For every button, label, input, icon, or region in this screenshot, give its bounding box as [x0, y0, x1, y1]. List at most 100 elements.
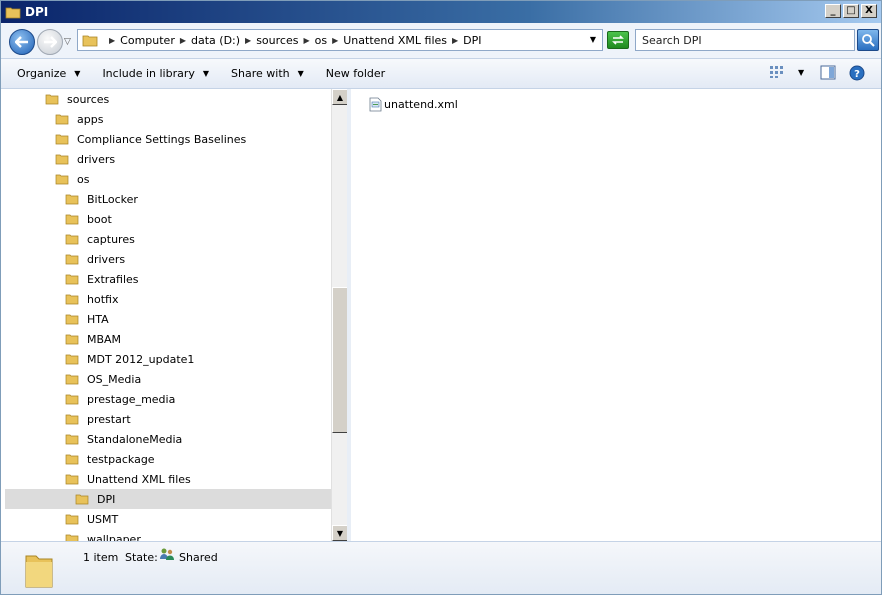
address-row: ▽ ▶ Computer ▶ data (D:) ▶ sources ▶ os … [1, 23, 881, 59]
tree-item-standalonemedia[interactable]: StandaloneMedia [5, 429, 182, 449]
tree-item-label: Compliance Settings Baselines [77, 132, 247, 146]
preview-pane-button[interactable] [820, 65, 836, 80]
search-input[interactable]: Search DPI [635, 29, 855, 51]
new-folder-button[interactable]: New folder [326, 67, 385, 80]
tree-item-mbam[interactable]: MBAM [5, 329, 121, 349]
folder-icon [65, 254, 79, 265]
crumb-sources[interactable]: sources [256, 34, 298, 47]
tree-item-dpi[interactable]: DPI [5, 489, 331, 509]
forward-button[interactable] [37, 29, 63, 55]
navigation-pane[interactable]: sources apps Compliance Settings Baselines… [5, 89, 347, 541]
organize-button[interactable]: Organize ▼ [17, 67, 80, 80]
tree-item-drivers[interactable]: drivers [5, 149, 115, 169]
tree-item-wallpaper[interactable]: wallpaper [5, 529, 141, 541]
folder-icon [55, 134, 69, 145]
include-in-library-label: Include in library [102, 67, 195, 80]
chevron-down-icon: ▼ [297, 69, 304, 78]
tree-item-prestage-media[interactable]: prestage_media [5, 389, 175, 409]
change-view-button[interactable] [769, 65, 785, 79]
chevron-down-icon[interactable]: ▼ [590, 35, 596, 44]
crumb-dpi[interactable]: DPI [463, 34, 481, 47]
maximize-button[interactable]: □ [843, 4, 859, 18]
chevron-right-icon[interactable]: ▶ [109, 36, 115, 45]
tree-item-mdt-2012-update1[interactable]: MDT 2012_update1 [5, 349, 194, 369]
view-dropdown-icon[interactable]: ▼ [798, 68, 804, 77]
include-in-library-button[interactable]: Include in library ▼ [102, 67, 209, 80]
tree-item-os-media[interactable]: OS_Media [5, 369, 141, 389]
address-bar[interactable]: ▶ Computer ▶ data (D:) ▶ sources ▶ os ▶ … [77, 29, 603, 51]
tree-item-label: captures [87, 232, 135, 246]
tree-item-sources[interactable]: sources [5, 89, 109, 109]
tree-item-label: sources [67, 92, 110, 106]
folder-icon [55, 174, 69, 185]
forward-arrow-icon [44, 36, 57, 48]
tree-item-testpackage[interactable]: testpackage [5, 449, 155, 469]
tree-item-apps[interactable]: apps [5, 109, 103, 129]
chevron-right-icon[interactable]: ▶ [180, 36, 186, 45]
scrollbar-thumb[interactable] [332, 287, 348, 433]
tree-item-label: MDT 2012_update1 [87, 352, 195, 366]
chevron-right-icon[interactable]: ▶ [332, 36, 338, 45]
organize-label: Organize [17, 67, 67, 80]
crumb-data-drive[interactable]: data (D:) [191, 34, 240, 47]
folder-icon [82, 35, 98, 46]
preview-pane-icon [820, 65, 836, 80]
tree-item-unattend-xml-files[interactable]: Unattend XML files [5, 469, 191, 489]
tree-item-os[interactable]: os [5, 169, 89, 189]
help-icon: ? [849, 65, 865, 81]
tree-item-label: OS_Media [87, 372, 142, 386]
tree-scrollbar[interactable]: ▲ ▼ [331, 89, 348, 541]
tree-item-label: boot [87, 212, 112, 226]
folder-icon [65, 354, 79, 365]
chevron-right-icon[interactable]: ▶ [303, 36, 309, 45]
tree-item-hotfix[interactable]: hotfix [5, 289, 118, 309]
file-item-unattend-xml[interactable]: unattend.xml [369, 97, 458, 112]
back-button[interactable] [9, 29, 35, 55]
state-value: Shared [179, 551, 218, 564]
tree-item-label: hotfix [87, 292, 119, 306]
view-grid-icon [770, 66, 783, 78]
chevron-right-icon[interactable]: ▶ [452, 36, 458, 45]
search-button[interactable] [857, 29, 879, 51]
tree-item-label: testpackage [87, 452, 155, 466]
crumb-os[interactable]: os [315, 34, 327, 47]
tree-item-bitlocker[interactable]: BitLocker [5, 189, 138, 209]
folder-icon [65, 474, 79, 485]
tree-item-usmt[interactable]: USMT [5, 509, 118, 529]
tree-item-label: BitLocker [87, 192, 138, 206]
new-folder-label: New folder [325, 67, 386, 80]
tree-item-hta[interactable]: HTA [5, 309, 109, 329]
share-with-label: Share with [231, 67, 290, 80]
close-button[interactable]: X [861, 4, 877, 18]
scroll-down-icon[interactable]: ▼ [332, 525, 348, 541]
refresh-button[interactable] [607, 31, 629, 49]
history-dropdown-icon[interactable]: ▽ [64, 37, 71, 47]
tree-item-extrafiles[interactable]: Extrafiles [5, 269, 139, 289]
share-with-button[interactable]: Share with ▼ [231, 67, 304, 80]
tree-item-captures[interactable]: captures [5, 229, 135, 249]
tree-item-drivers[interactable]: drivers [5, 249, 125, 269]
xml-file-icon [369, 97, 382, 112]
title-bar: DPI _ □ X [1, 1, 881, 23]
file-list-pane[interactable]: unattend.xml [351, 89, 881, 541]
tree-item-compliance-settings-baselines[interactable]: Compliance Settings Baselines [5, 129, 246, 149]
tree-item-label: wallpaper [87, 532, 141, 542]
tree-item-prestart[interactable]: prestart [5, 409, 131, 429]
crumb-unattend-xml-files[interactable]: Unattend XML files [343, 34, 447, 47]
scroll-up-icon[interactable]: ▲ [332, 89, 348, 105]
help-button[interactable]: ? [849, 65, 865, 81]
chevron-right-icon[interactable]: ▶ [245, 36, 251, 45]
minimize-button[interactable]: _ [825, 4, 841, 18]
chevron-down-icon: ▼ [202, 69, 210, 78]
back-arrow-icon [15, 36, 28, 48]
item-count: 1 item [83, 551, 119, 564]
tree-item-label: apps [77, 112, 104, 126]
crumb-computer[interactable]: Computer [120, 34, 175, 47]
explorer-window: DPI _ □ X ▽ ▶ Computer ▶ data (D:) ▶ sou… [0, 0, 882, 595]
folder-icon [65, 314, 79, 325]
tree-item-label: Extrafiles [87, 272, 139, 286]
folder-icon [65, 294, 79, 305]
folder-icon [65, 274, 79, 285]
command-bar: Organize ▼ Include in library ▼ Share wi… [1, 59, 881, 89]
tree-item-boot[interactable]: boot [5, 209, 112, 229]
